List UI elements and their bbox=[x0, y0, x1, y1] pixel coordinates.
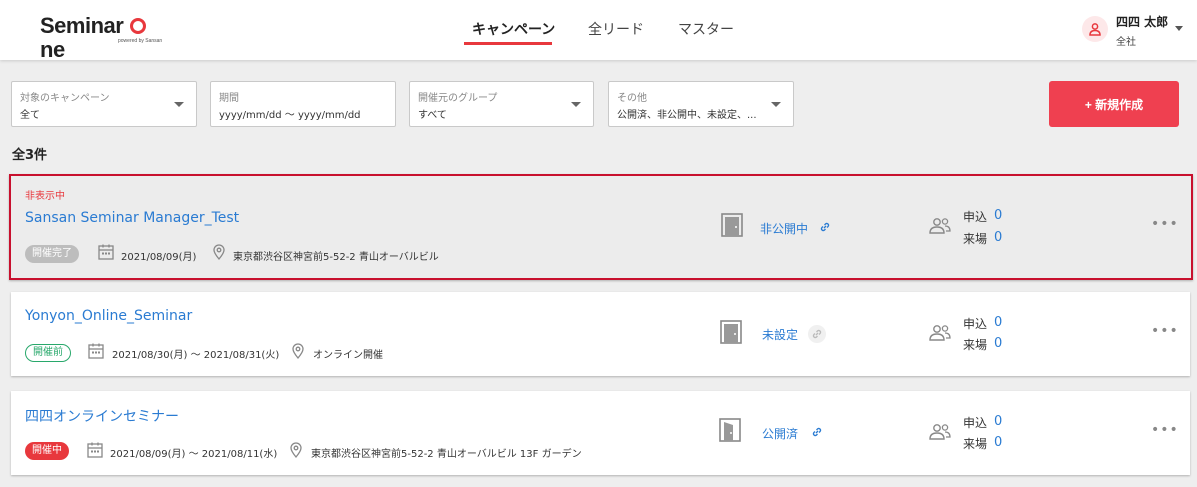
apply-count[interactable]: 0 bbox=[994, 414, 1002, 429]
link-icon[interactable] bbox=[816, 218, 834, 236]
campaign-date: 2021/08/30(月) 〜 2021/08/31(火) bbox=[112, 350, 280, 361]
filter-value: 全て bbox=[20, 110, 40, 121]
location-pin-icon bbox=[290, 442, 302, 459]
calendar-icon bbox=[87, 442, 103, 458]
filter-label: 開催元のグループ bbox=[418, 93, 498, 104]
dropdown-caret-icon bbox=[174, 102, 184, 107]
logo-text-2: ne bbox=[40, 37, 65, 62]
chevron-down-icon[interactable] bbox=[1175, 26, 1183, 31]
campaign-date: 2021/08/09(月) 〜 2021/08/11(水) bbox=[110, 449, 278, 460]
user-name[interactable]: 四四 太郎 bbox=[1116, 13, 1168, 30]
people-icon bbox=[929, 218, 951, 234]
visit-count[interactable]: 0 bbox=[994, 336, 1002, 351]
campaign-date: 2021/08/09(月) bbox=[121, 252, 197, 263]
apply-count[interactable]: 0 bbox=[994, 208, 1002, 223]
publish-status[interactable]: 未設定 bbox=[762, 326, 798, 343]
campaign-title[interactable]: Sansan Seminar Manager_Test bbox=[25, 210, 239, 226]
hidden-status-label: 非表示中 bbox=[25, 191, 65, 202]
visit-count[interactable]: 0 bbox=[994, 435, 1002, 450]
more-options-icon[interactable]: ••• bbox=[1151, 422, 1179, 438]
user-org: 全社 bbox=[1116, 37, 1136, 48]
campaign-location: オンライン開催 bbox=[313, 350, 383, 361]
filter-other[interactable]: その他 公開済、非公開中、未設定、... bbox=[608, 81, 794, 127]
location-pin-icon bbox=[292, 343, 304, 360]
visit-label: 来場 bbox=[963, 437, 988, 451]
calendar-icon bbox=[98, 244, 114, 260]
campaign-title[interactable]: Yonyon_Online_Seminar bbox=[25, 308, 192, 324]
filter-value: yyyy/mm/dd 〜 yyyy/mm/dd bbox=[219, 110, 361, 121]
publish-status[interactable]: 非公開中 bbox=[760, 220, 808, 237]
campaign-location: 東京都渋谷区神宮前5-52-2 青山オーバルビル 13F ガーデン bbox=[311, 449, 582, 460]
campaign-title[interactable]: 四四オンラインセミナー bbox=[25, 406, 179, 426]
people-icon bbox=[929, 424, 951, 440]
dropdown-caret-icon bbox=[771, 102, 781, 107]
calendar-icon bbox=[88, 343, 104, 359]
user-icon bbox=[1089, 23, 1101, 36]
visit-label: 来場 bbox=[963, 338, 988, 352]
logo-text-1: Seminar bbox=[40, 13, 124, 38]
app-header: Seminar ne powered by Sansan キャンペーン 全リード… bbox=[0, 0, 1197, 62]
campaign-card[interactable]: 四四オンラインセミナー 開催中 2021/08/09(月) 〜 2021/08/… bbox=[11, 391, 1190, 475]
people-icon bbox=[929, 325, 951, 341]
new-campaign-button[interactable]: + 新規作成 bbox=[1049, 81, 1179, 127]
apply-count[interactable]: 0 bbox=[994, 315, 1002, 330]
user-avatar[interactable] bbox=[1082, 16, 1108, 42]
nav-tab-campaign[interactable]: キャンペーン bbox=[472, 19, 555, 39]
location-pin-icon bbox=[213, 244, 225, 261]
link-icon[interactable] bbox=[808, 325, 826, 343]
dropdown-caret-icon bbox=[571, 102, 581, 107]
filter-label: その他 bbox=[617, 93, 647, 104]
logo-subtitle: powered by Sansan bbox=[118, 38, 163, 44]
door-open-icon bbox=[719, 418, 741, 442]
more-options-icon[interactable]: ••• bbox=[1151, 323, 1179, 339]
door-closed-icon bbox=[721, 213, 743, 237]
total-count: 全3件 bbox=[12, 148, 48, 163]
campaign-card[interactable]: 非表示中 Sansan Seminar Manager_Test 開催完了 20… bbox=[9, 174, 1193, 280]
filter-target-campaign[interactable]: 対象のキャンペーン 全て bbox=[11, 81, 197, 127]
nav-tab-master[interactable]: マスター bbox=[678, 19, 734, 39]
filter-label: 対象のキャンペーン bbox=[20, 93, 110, 104]
filter-value: 公開済、非公開中、未設定、... bbox=[617, 110, 757, 121]
nav-active-underline bbox=[464, 42, 552, 45]
status-badge: 開催完了 bbox=[25, 245, 79, 263]
filter-host-group[interactable]: 開催元のグループ すべて bbox=[409, 81, 594, 127]
filter-period[interactable]: 期間 yyyy/mm/dd 〜 yyyy/mm/dd bbox=[210, 81, 396, 127]
campaign-card[interactable]: Yonyon_Online_Seminar 開催前 2021/08/30(月) … bbox=[11, 292, 1190, 376]
apply-label: 申込 bbox=[963, 317, 988, 331]
campaign-location: 東京都渋谷区神宮前5-52-2 青山オーバルビル bbox=[233, 252, 439, 263]
status-badge: 開催中 bbox=[25, 442, 69, 460]
filter-label: 期間 bbox=[219, 93, 239, 104]
nav-tab-all-leads[interactable]: 全リード bbox=[588, 19, 644, 39]
visit-label: 来場 bbox=[963, 232, 988, 246]
filter-value: すべて bbox=[418, 110, 447, 121]
status-badge: 開催前 bbox=[25, 344, 71, 362]
visit-count[interactable]: 0 bbox=[994, 230, 1002, 245]
link-icon[interactable] bbox=[808, 423, 826, 441]
apply-label: 申込 bbox=[963, 210, 988, 224]
more-options-icon[interactable]: ••• bbox=[1151, 216, 1179, 232]
logo-o-mark bbox=[129, 18, 146, 34]
publish-status[interactable]: 公開済 bbox=[762, 425, 798, 442]
apply-label: 申込 bbox=[963, 416, 988, 430]
door-closed-icon bbox=[720, 320, 742, 344]
seminar-one-logo[interactable]: Seminar ne powered by Sansan bbox=[40, 13, 170, 62]
